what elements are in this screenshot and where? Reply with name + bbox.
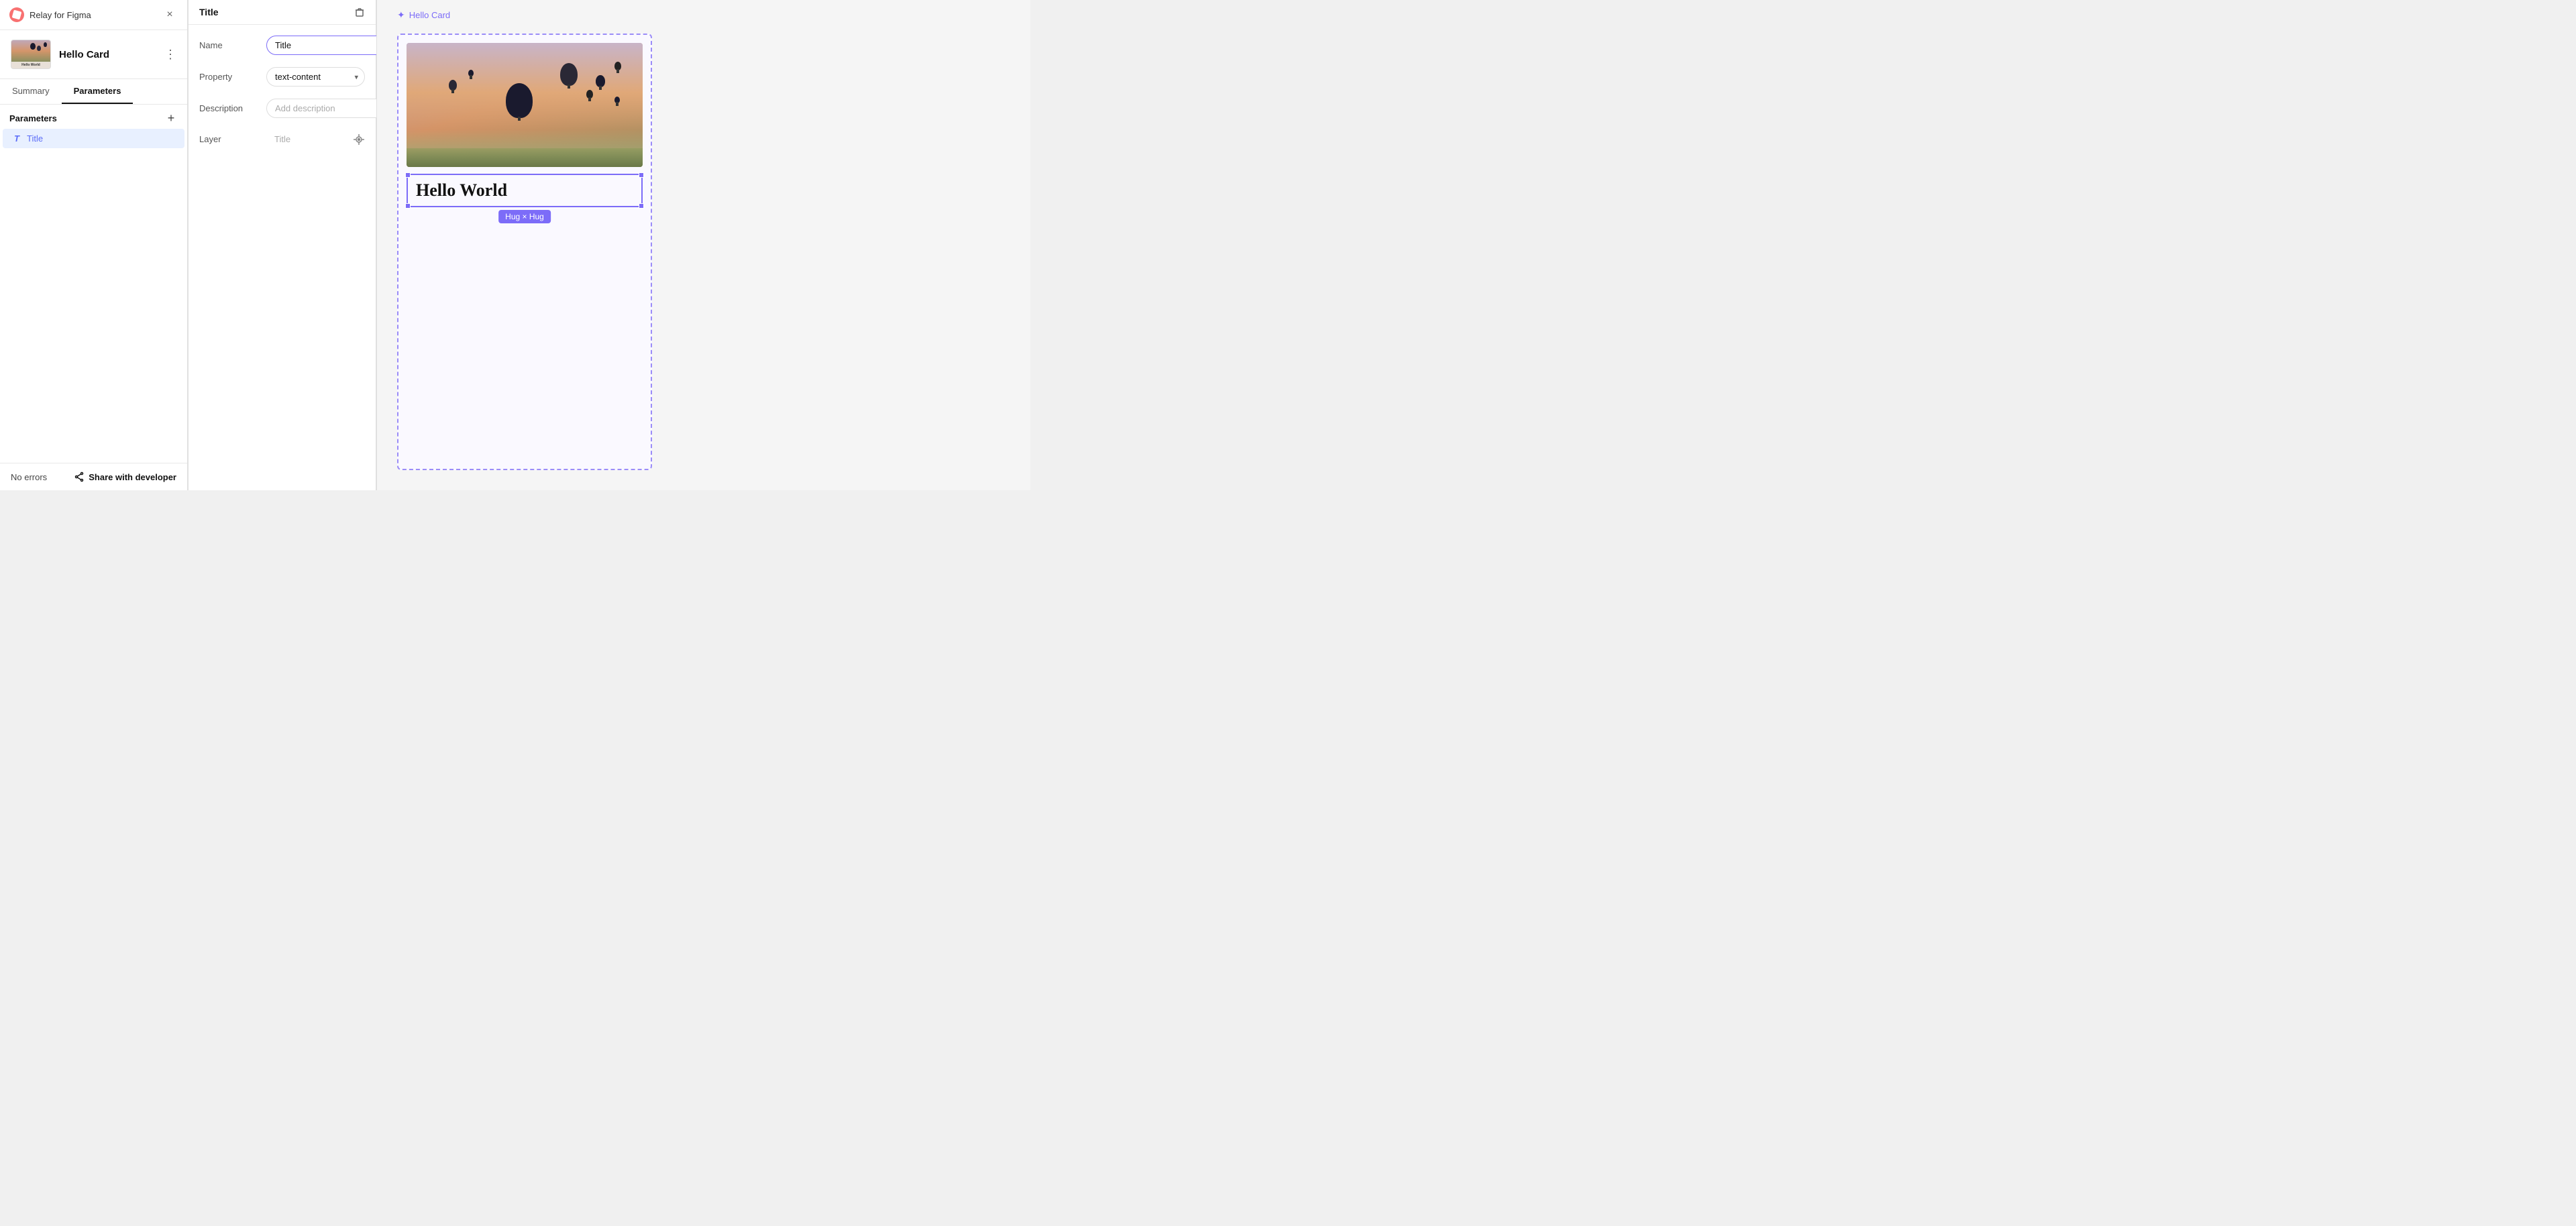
parameters-label: Parameters <box>9 113 57 123</box>
card-title-text: Hello World <box>416 180 507 200</box>
canvas-area: ✦ Hello Card H <box>377 0 1030 490</box>
hello-card-frame: Hello World Hug × Hug <box>397 34 652 470</box>
detail-fields: Name Property text-content visibility st… <box>189 25 376 490</box>
property-select[interactable]: text-content visibility style <box>266 67 365 87</box>
name-field-row: Name <box>199 36 365 55</box>
balloon-small-left <box>449 80 457 91</box>
hug-badge: Hug × Hug <box>498 210 551 223</box>
panel-header-left: Relay for Figma <box>9 7 91 22</box>
close-button[interactable]: × <box>162 7 178 23</box>
handle-bottom-right <box>639 203 644 209</box>
handle-bottom-left <box>405 203 411 209</box>
thumbnail-image <box>11 40 50 62</box>
panel-header: Relay for Figma × <box>0 0 187 30</box>
handle-top-right <box>639 172 644 178</box>
parameter-item-title[interactable]: T Title <box>3 129 184 148</box>
description-field-row: Description <box>199 99 365 118</box>
parameters-header: Parameters + <box>0 105 187 129</box>
balloon-small-right <box>596 75 605 87</box>
more-options-button[interactable]: ⋮ <box>164 48 176 62</box>
left-panel: Relay for Figma × Hello World Hello Card… <box>0 0 188 490</box>
nav-tabs: Summary Parameters <box>0 79 187 105</box>
tab-summary[interactable]: Summary <box>0 79 62 104</box>
balloon-medium-right <box>560 63 578 86</box>
balloon-tiny-right <box>614 62 621 70</box>
tab-parameters[interactable]: Parameters <box>62 79 133 104</box>
detail-panel: Title Name Property text-content visibil… <box>189 0 376 490</box>
share-button[interactable]: Share with developer <box>74 471 176 482</box>
canvas-label-text: Hello Card <box>409 10 450 20</box>
param-type-icon: T <box>12 133 21 144</box>
panel-title: Relay for Figma <box>30 10 91 20</box>
share-icon <box>74 471 85 482</box>
panel-footer: No errors Share with developer <box>0 463 187 490</box>
share-label: Share with developer <box>89 472 176 482</box>
card-title-area: Hello World Hug × Hug <box>407 174 643 207</box>
balloon-mid-right <box>586 90 593 99</box>
component-name: Hello Card <box>59 49 156 60</box>
balloon-tiny-left <box>468 70 474 76</box>
crosshair-icon <box>353 133 365 146</box>
delete-button[interactable] <box>354 7 365 17</box>
target-layer-button[interactable] <box>353 133 365 146</box>
name-label: Name <box>199 40 260 50</box>
param-name-title: Title <box>27 133 43 144</box>
property-select-wrapper: text-content visibility style ▾ <box>266 67 365 87</box>
detail-panel-title: Title <box>199 7 219 17</box>
property-label: Property <box>199 72 260 82</box>
thumbnail-caption: Hello World <box>11 62 50 68</box>
diamond-icon: ✦ <box>397 9 405 21</box>
card-image <box>407 43 643 167</box>
add-parameter-button[interactable]: + <box>164 111 178 125</box>
layer-label: Layer <box>199 134 260 144</box>
property-field-row: Property text-content visibility style ▾ <box>199 67 365 87</box>
relay-logo-icon <box>9 7 24 22</box>
status-text: No errors <box>11 472 47 482</box>
trash-icon <box>354 7 365 17</box>
component-card: Hello World Hello Card ⋮ <box>0 30 187 79</box>
detail-header: Title <box>189 0 376 25</box>
layer-field-row: Layer Title <box>199 130 365 148</box>
balloon-bottom-right <box>614 97 620 103</box>
description-label: Description <box>199 103 260 113</box>
layer-value: Title <box>266 130 346 148</box>
canvas-component-label: ✦ Hello Card <box>397 9 450 21</box>
handle-top-left <box>405 172 411 178</box>
component-thumbnail: Hello World <box>11 40 51 69</box>
balloon-large <box>506 83 533 118</box>
parameters-section: Parameters + T Title <box>0 105 187 463</box>
ground <box>407 148 643 167</box>
